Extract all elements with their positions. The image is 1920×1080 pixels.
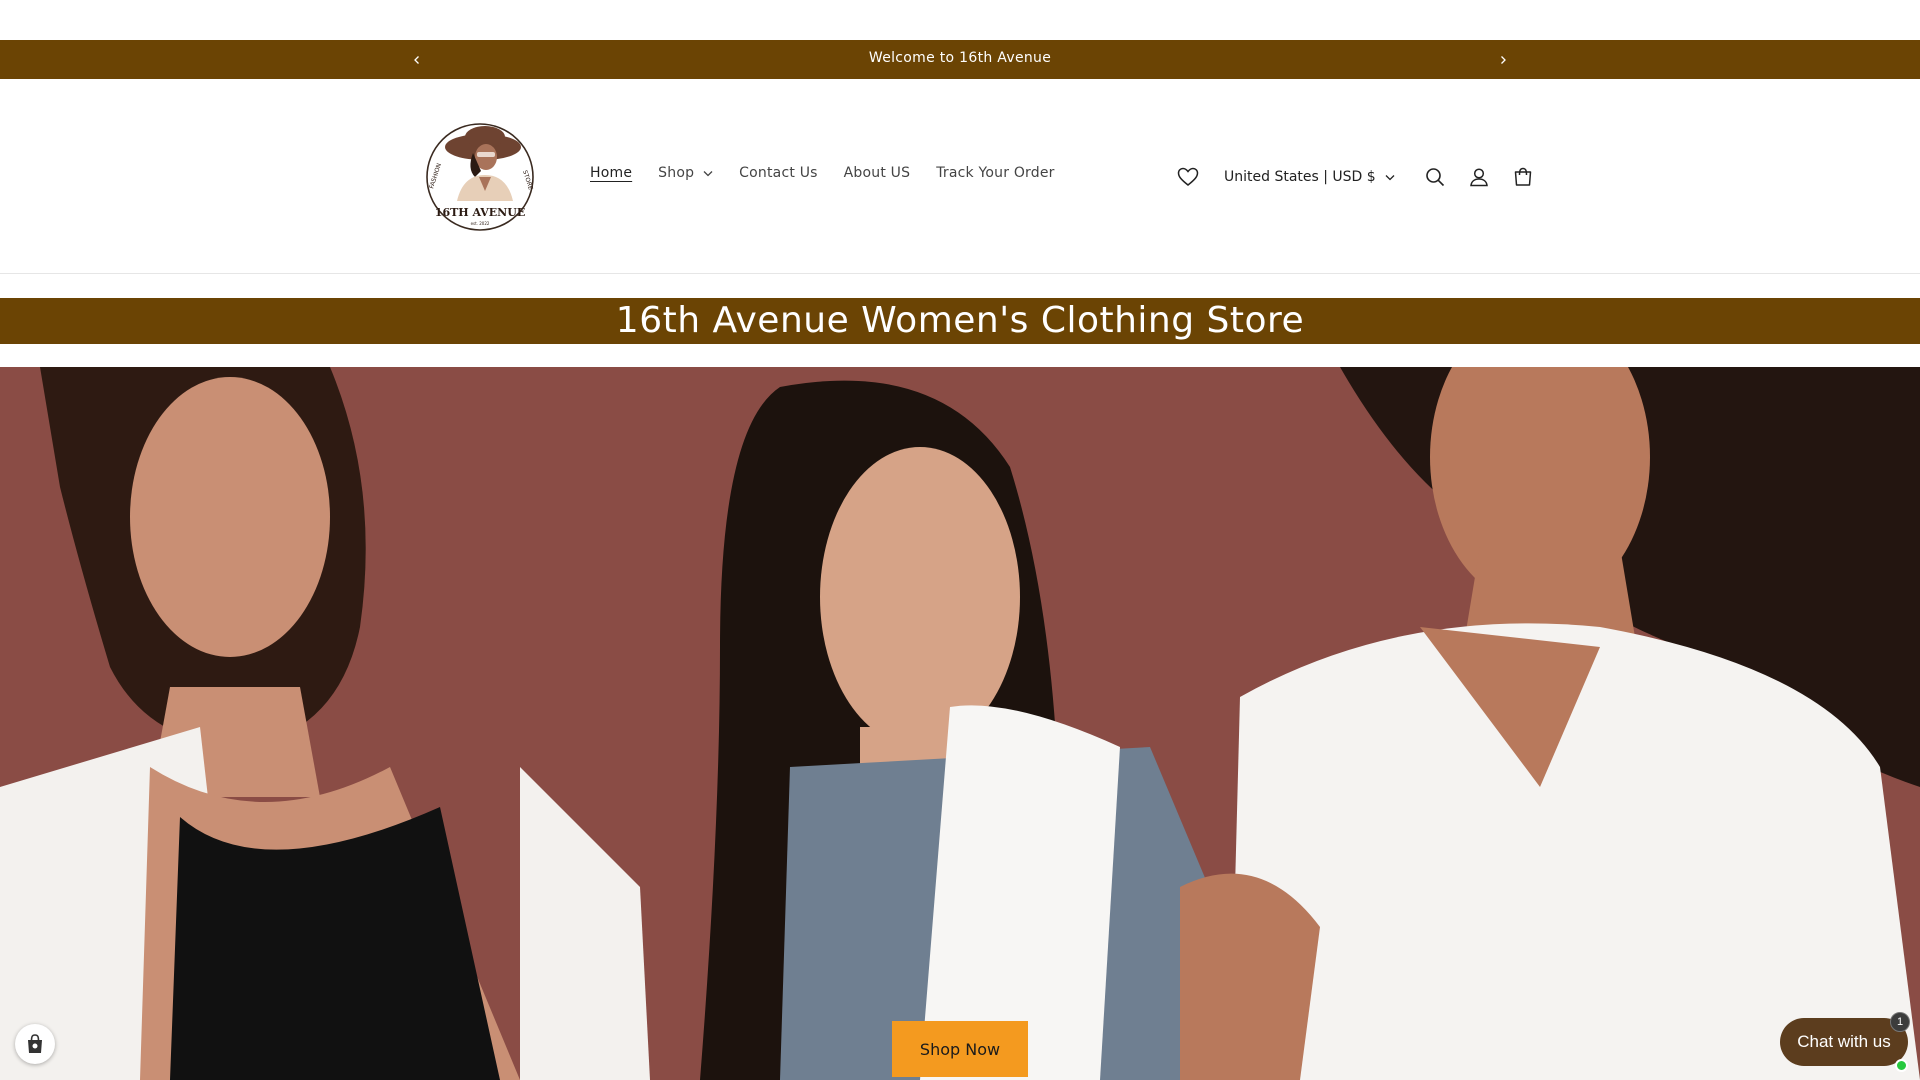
nav-home[interactable]: Home xyxy=(590,165,632,181)
nav-track-order[interactable]: Track Your Order xyxy=(936,165,1054,181)
site-header: 16TH AVENUE est. 2022 FASHION STORE Home… xyxy=(0,79,1920,274)
store-title-banner: 16th Avenue Women's Clothing Store xyxy=(0,298,1920,344)
cart-button[interactable] xyxy=(1505,159,1541,195)
country-currency-selector[interactable]: United States | USD $ xyxy=(1224,169,1395,185)
logo-emblem: 16TH AVENUE est. 2022 FASHION STORE xyxy=(426,123,534,231)
logo-est: est. 2022 xyxy=(471,221,490,226)
chat-widget-button[interactable]: Chat with us 1 xyxy=(1780,1012,1910,1072)
logo-name: 16TH AVENUE xyxy=(435,206,525,219)
user-icon xyxy=(1469,168,1488,187)
chevron-down-icon xyxy=(1385,174,1395,180)
shop-app-badge[interactable] xyxy=(15,1024,55,1064)
search-icon xyxy=(1425,168,1444,187)
hero-image xyxy=(0,367,1920,1080)
wishlist-button[interactable] xyxy=(1170,159,1206,195)
shopping-bag-icon xyxy=(28,1034,42,1053)
cart-icon xyxy=(1514,167,1531,186)
hero-banner xyxy=(0,367,1920,1080)
announcement-message: Welcome to 16th Avenue xyxy=(868,50,1052,66)
chevron-down-icon xyxy=(703,170,713,176)
nav-shop[interactable]: Shop xyxy=(658,165,713,181)
store-logo[interactable]: 16TH AVENUE est. 2022 FASHION STORE xyxy=(423,119,538,234)
account-button[interactable] xyxy=(1461,159,1497,195)
chat-unread-badge: 1 xyxy=(1890,1012,1910,1032)
announcement-next-button[interactable] xyxy=(1488,40,1518,79)
chevron-right-icon xyxy=(1501,55,1506,64)
main-nav: Home Shop Contact Us About US Track Your… xyxy=(590,165,1081,181)
nav-about[interactable]: About US xyxy=(844,165,911,181)
heart-icon xyxy=(1177,167,1199,186)
search-button[interactable] xyxy=(1417,159,1453,195)
header-utilities: United States | USD $ xyxy=(1170,159,1541,195)
announcement-bar: Welcome to 16th Avenue xyxy=(0,40,1920,79)
shop-now-button[interactable]: Shop Now xyxy=(892,1021,1028,1077)
online-status-dot xyxy=(1895,1059,1908,1072)
top-spacer xyxy=(0,0,1920,40)
nav-contact[interactable]: Contact Us xyxy=(739,165,817,181)
nav-shop-label: Shop xyxy=(658,165,695,181)
chat-label: Chat with us xyxy=(1797,1032,1891,1051)
country-currency-label: United States | USD $ xyxy=(1224,169,1376,185)
